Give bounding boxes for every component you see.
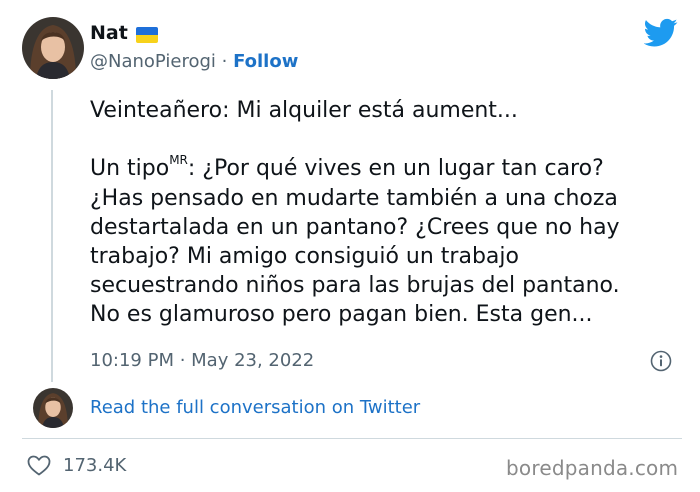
tweet-line: destartalada en un pantano? ¿Crees que n… <box>90 214 620 240</box>
tweet-line: trabajo? Mi amigo consiguió un trabajo <box>90 244 519 269</box>
tweet-line: No es glamuroso pero pagan bien. Esta ge… <box>90 302 593 328</box>
like-count: 173.4K <box>63 455 127 476</box>
boredpanda-watermark: boredpanda.com <box>506 456 679 480</box>
follow-link[interactable]: Follow <box>233 51 298 72</box>
twitter-bird-icon[interactable] <box>643 18 678 48</box>
author-avatar-small[interactable] <box>33 388 73 428</box>
author-avatar[interactable] <box>22 17 84 79</box>
info-icon[interactable] <box>650 350 672 372</box>
tweet-text: Veinteañero: Mi alquiler está aument... … <box>90 96 690 330</box>
trademark-superscript: MR <box>169 153 188 168</box>
author-handle[interactable]: @NanoPierogi <box>90 51 216 72</box>
ukraine-flag-icon <box>136 27 158 43</box>
tweet-line: ¿Has pensado en mudarte también a una ch… <box>90 185 618 211</box>
tweet-line: secuestrando niños para las brujas del p… <box>90 273 620 299</box>
tweet-line: Un tipoMR: ¿Por qué vives en un lugar ta… <box>90 154 690 183</box>
author-handle-row: @NanoPierogi · Follow <box>90 51 298 72</box>
thread-line <box>51 90 53 382</box>
author-display-name[interactable]: Nat <box>90 22 128 44</box>
handle-separator: · <box>215 51 234 72</box>
tweet-line-start: Un tipo <box>90 156 170 182</box>
heart-icon[interactable] <box>27 455 51 476</box>
tweet-line-end: : ¿Por qué vives en un lugar tan caro? <box>187 156 604 182</box>
tweet-timestamp[interactable]: 10:19 PM · May 23, 2022 <box>90 350 314 371</box>
tweet-line: Veinteañero: Mi alquiler está aument... <box>90 98 518 123</box>
read-conversation-link[interactable]: Read the full conversation on Twitter <box>90 397 420 418</box>
divider <box>22 438 682 439</box>
